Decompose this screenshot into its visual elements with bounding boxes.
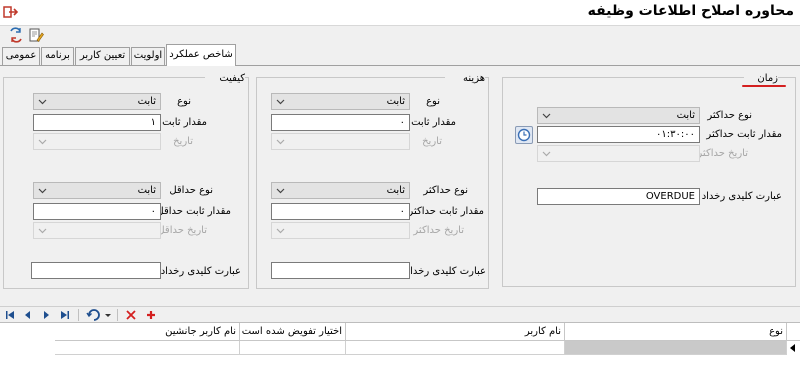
cost-min-const-label: مقدار ثابت حداکثر (408, 206, 484, 217)
substitute-users-grid: نوع نام کاربر اختیار تفویض شده است نام ک… (0, 322, 800, 383)
chevron-down-icon (542, 113, 551, 119)
time-const-label: مقدار ثابت حداکثر (706, 129, 782, 140)
grid-cell-username[interactable] (346, 341, 565, 355)
tab-general[interactable]: عمومی (2, 47, 40, 65)
time-const-input[interactable]: ۰۱:۳۰:۰۰ (537, 126, 700, 143)
chevron-down-icon (38, 228, 47, 234)
cost-event-label: عبارت کلیدی رخداد (405, 266, 486, 277)
quality-max-type-label: نوع (177, 96, 191, 107)
chevron-down-icon (38, 99, 47, 105)
add-icon[interactable] (145, 309, 157, 321)
chevron-down-icon (276, 228, 285, 234)
quality-min-type-value: ثابت (137, 185, 156, 196)
time-date-select[interactable] (537, 145, 700, 162)
save-refresh-icon[interactable] (8, 27, 24, 43)
quality-max-const-input[interactable]: ۱ (33, 114, 161, 131)
first-record-icon[interactable] (4, 309, 16, 321)
tab-assign-user[interactable]: تعیین کاربر (75, 47, 130, 65)
tab-performance-index-label: شاخص عملکرد (169, 49, 233, 60)
chevron-down-icon (276, 188, 285, 194)
grid-header-substitute-username[interactable]: نام کاربر جانشین (55, 323, 240, 341)
cost-min-date-select[interactable] (271, 222, 410, 239)
cost-max-const-input[interactable]: ۰ (271, 114, 410, 131)
quality-group-title: کیفیت (205, 73, 245, 84)
cost-min-type-value: ثابت (386, 185, 405, 196)
time-picker-button[interactable] (515, 126, 533, 144)
grid-cell-substitute-username[interactable] (55, 341, 240, 355)
time-type-value: ثابت (676, 110, 695, 121)
tab-priority-label: اولویت (133, 50, 163, 61)
tab-schedule-label: برنامه (45, 50, 70, 61)
cost-min-const-input[interactable]: ۰ (271, 203, 410, 220)
quality-min-const-input[interactable]: ۰ (33, 203, 161, 220)
current-row-indicator-icon (790, 344, 795, 352)
quality-max-const-label: مقدار ثابت (162, 117, 207, 128)
exit-icon[interactable] (3, 4, 19, 20)
last-record-icon[interactable] (59, 309, 71, 321)
grid-header-username[interactable]: نام کاربر (346, 323, 565, 341)
time-group-title: زمان (744, 73, 778, 84)
chevron-down-icon (38, 188, 47, 194)
cost-max-type-select[interactable]: ثابت (271, 93, 410, 110)
quality-max-type-value: ثابت (137, 96, 156, 107)
grid-navigator (0, 306, 800, 322)
next-record-icon[interactable] (40, 309, 52, 321)
cost-max-date-select[interactable] (271, 133, 410, 150)
grid-cell-delegated[interactable] (240, 341, 346, 355)
cost-event-input[interactable] (271, 262, 410, 279)
chevron-down-icon (542, 151, 551, 157)
cost-min-date-label: تاریخ حداکثر (413, 225, 464, 236)
nav-separator (78, 309, 79, 321)
quality-min-type-select[interactable]: ثابت (33, 182, 161, 199)
chevron-down-icon (276, 139, 285, 145)
tab-priority[interactable]: اولویت (131, 47, 165, 65)
quality-max-date-label: تاریخ (173, 136, 193, 147)
time-date-label: تاریخ حداکثر (697, 148, 748, 159)
grid-header-type[interactable]: نوع (565, 323, 787, 341)
quality-min-date-label: تاریخ حداقل (157, 225, 207, 236)
cost-max-type-value: ثابت (386, 96, 405, 107)
cost-min-type-select[interactable]: ثابت (271, 182, 410, 199)
time-title-underline (742, 85, 786, 87)
edit-document-icon[interactable] (28, 27, 44, 43)
cost-max-date-label: تاریخ (422, 136, 442, 147)
cost-min-type-label: نوع حداکثر (423, 185, 468, 196)
time-event-input[interactable]: OVERDUE (537, 188, 700, 205)
time-event-label: عبارت کلیدی رخداد (701, 191, 782, 202)
refresh-icon[interactable] (86, 309, 102, 321)
quality-max-type-select[interactable]: ثابت (33, 93, 161, 110)
time-type-label: نوع حداکثر (707, 110, 752, 121)
tab-general-label: عمومی (5, 50, 37, 61)
grid-header-delegated[interactable]: اختیار تفویض شده است (240, 323, 346, 341)
quality-event-label: عبارت کلیدی رخداد (160, 266, 241, 277)
previous-record-icon[interactable] (22, 309, 34, 321)
tab-performance-index[interactable]: شاخص عملکرد (166, 44, 236, 66)
tab-schedule[interactable]: برنامه (41, 47, 74, 65)
quality-min-const-label: مقدار ثابت حداقل (156, 206, 231, 217)
quality-event-input[interactable] (31, 262, 161, 279)
grid-header-indicator (787, 323, 800, 341)
tab-strip: عمومی برنامه تعیین کاربر اولویت شاخص عمل… (0, 44, 800, 66)
quality-min-date-select[interactable] (33, 222, 161, 239)
tab-assign-user-label: تعیین کاربر (79, 50, 126, 61)
delete-icon[interactable] (125, 309, 137, 321)
clock-icon (517, 128, 531, 142)
cost-group-title: هزینه (445, 73, 485, 84)
title-bar: محاوره اصلاح اطلاعات وظیفه (0, 0, 800, 26)
cost-max-const-label: مقدار ثابت (411, 117, 456, 128)
nav-separator (117, 309, 118, 321)
time-type-select[interactable]: ثابت (537, 107, 700, 124)
chevron-down-icon (276, 99, 285, 105)
quality-max-date-select[interactable] (33, 133, 161, 150)
window-title: محاوره اصلاح اطلاعات وظیفه (587, 3, 794, 19)
cost-max-type-label: نوع (426, 96, 440, 107)
toolbar (0, 26, 800, 44)
quality-min-type-label: نوع حداقل (169, 185, 213, 196)
refresh-dropdown-icon[interactable] (104, 309, 112, 321)
grid-cell-type[interactable] (565, 341, 787, 355)
chevron-down-icon (38, 139, 47, 145)
